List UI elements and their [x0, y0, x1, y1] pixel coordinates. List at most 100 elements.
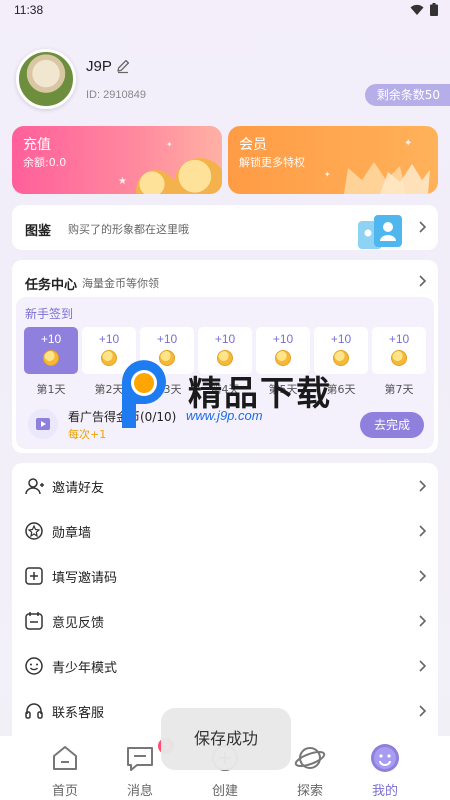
- ad-task-title: 看广告得金币(0/10): [68, 410, 177, 424]
- menu-enter-invite-code[interactable]: 填写邀请码: [12, 553, 438, 598]
- chevron-right-icon: [419, 525, 427, 537]
- gallery-title: 图鉴: [25, 224, 52, 239]
- ad-task-reward: 每次+1: [68, 428, 107, 441]
- day-label: 第5天: [268, 383, 298, 396]
- signin-label: 新手签到: [25, 307, 74, 321]
- gallery-desc: 购买了的形象都在这里哦: [68, 223, 189, 236]
- tab-home[interactable]: 首页: [25, 740, 105, 799]
- signin-day[interactable]: +10 第1天: [24, 327, 78, 396]
- day-reward: +10: [40, 332, 62, 346]
- battery-icon: [430, 3, 438, 16]
- coin-icon: [275, 350, 291, 366]
- status-time: 11:38: [14, 3, 44, 17]
- video-play-icon: [28, 409, 58, 439]
- tab-label: 创建: [211, 784, 238, 799]
- menu-label: 青少年模式: [52, 661, 118, 676]
- message-icon: [127, 747, 153, 771]
- day-reward: +10: [330, 332, 352, 346]
- headset-icon: [25, 703, 43, 719]
- day-reward: +10: [272, 332, 294, 346]
- menu-medal-wall[interactable]: 勋章墙: [12, 508, 438, 553]
- avatar[interactable]: [16, 49, 76, 109]
- menu-label: 勋章墙: [52, 526, 92, 541]
- coin-icon: [217, 350, 233, 366]
- chevron-right-icon: [419, 570, 427, 582]
- signin-day[interactable]: +10 第3天: [140, 327, 194, 396]
- feedback-icon: [25, 612, 43, 630]
- chevron-right-icon: [419, 480, 427, 492]
- crown-icon: [344, 162, 430, 194]
- menu-label: 意见反馈: [52, 616, 105, 631]
- chevron-right-icon: [419, 705, 427, 717]
- signin-panel: 新手签到 +10 第1天 +10 第2天 +10 第3天 +10 第4天 +10…: [16, 297, 434, 449]
- signin-day[interactable]: +10 第5天: [256, 327, 310, 396]
- recharge-card[interactable]: 充值 余额:0.0 ★ ✦: [12, 126, 222, 194]
- recharge-title: 充值: [23, 137, 51, 153]
- task-center-title: 任务中心: [25, 278, 78, 293]
- medal-icon: [25, 522, 43, 540]
- tab-mine[interactable]: 我的: [345, 740, 425, 799]
- chevron-right-icon: [419, 615, 427, 627]
- coin-icon: [136, 170, 176, 194]
- menu-label: 邀请好友: [52, 481, 105, 496]
- task-center: 任务中心 海量金币等你领 新手签到 +10 第1天 +10 第2天 +10 第3…: [12, 260, 438, 453]
- signin-days: +10 第1天 +10 第2天 +10 第3天 +10 第4天 +10 第5天 …: [24, 327, 428, 396]
- tab-label: 探索: [296, 784, 323, 799]
- sparkle-icon: ✦: [166, 140, 173, 149]
- edit-icon[interactable]: [115, 58, 131, 74]
- day-label: 第7天: [384, 383, 414, 396]
- status-bar: 11:38: [0, 0, 450, 20]
- remaining-count-badge[interactable]: 剩余条数50: [364, 84, 450, 106]
- coin-icon: [43, 350, 59, 366]
- coin-icon: [391, 350, 407, 366]
- user-id: ID: 2910849: [86, 89, 146, 101]
- coin-icon: [174, 158, 222, 194]
- username: J9P: [86, 58, 112, 75]
- coin-icon: [333, 350, 349, 366]
- sparkle-icon: ✦: [404, 138, 413, 149]
- planet-icon: [294, 747, 326, 769]
- wallet-cards: 充值 余额:0.0 ★ ✦ 会员 解锁更多特权 ✦ ✦: [12, 126, 438, 194]
- day-label: 第4天: [210, 383, 240, 396]
- signin-day[interactable]: +10 第7天: [372, 327, 426, 396]
- day-label: 第2天: [94, 383, 124, 396]
- chevron-right-icon[interactable]: [416, 275, 428, 287]
- tab-label: 消息: [126, 784, 153, 799]
- gallery-row[interactable]: 图鉴 购买了的形象都在这里哦: [12, 205, 438, 250]
- watch-ad-task: 看广告得金币(0/10) 每次+1 去完成: [24, 405, 428, 445]
- chevron-right-icon: [419, 660, 427, 672]
- menu-label: 联系客服: [52, 706, 105, 721]
- menu-label: 填写邀请码: [52, 571, 118, 586]
- day-reward: +10: [98, 332, 120, 346]
- coin-icon: [159, 350, 175, 366]
- day-reward: +10: [214, 332, 236, 346]
- gallery-cards-icon: [358, 215, 402, 249]
- task-center-desc: 海量金币等你领: [82, 277, 159, 290]
- profile-smile-icon: [371, 744, 399, 772]
- balance-text: 余额:0.0: [23, 156, 67, 169]
- complete-task-button[interactable]: 去完成: [360, 412, 424, 438]
- member-title: 会员: [239, 137, 267, 153]
- day-reward: +10: [388, 332, 410, 346]
- sparkle-icon: ★: [118, 176, 127, 187]
- day-reward: +10: [156, 332, 178, 346]
- coin-icon: [101, 350, 117, 366]
- signin-day[interactable]: +10 第6天: [314, 327, 368, 396]
- menu-feedback[interactable]: 意见反馈: [12, 598, 438, 643]
- menu-teen-mode[interactable]: 青少年模式: [12, 643, 438, 688]
- menu-invite-friends[interactable]: 邀请好友: [12, 463, 438, 508]
- user-plus-icon: [25, 478, 44, 495]
- member-subtitle: 解锁更多特权: [239, 156, 305, 169]
- day-label: 第3天: [152, 383, 182, 396]
- day-label: 第6天: [326, 383, 356, 396]
- wifi-icon: [410, 4, 424, 15]
- signin-day[interactable]: +10 第2天: [82, 327, 136, 396]
- home-icon: [53, 746, 77, 770]
- tab-label: 首页: [51, 784, 78, 799]
- sparkle-icon: ✦: [324, 170, 331, 179]
- signin-day[interactable]: +10 第4天: [198, 327, 252, 396]
- tab-label: 我的: [371, 784, 398, 799]
- member-card[interactable]: 会员 解锁更多特权 ✦ ✦: [228, 126, 438, 194]
- chevron-right-icon: [419, 221, 427, 233]
- plus-square-icon: [25, 567, 43, 585]
